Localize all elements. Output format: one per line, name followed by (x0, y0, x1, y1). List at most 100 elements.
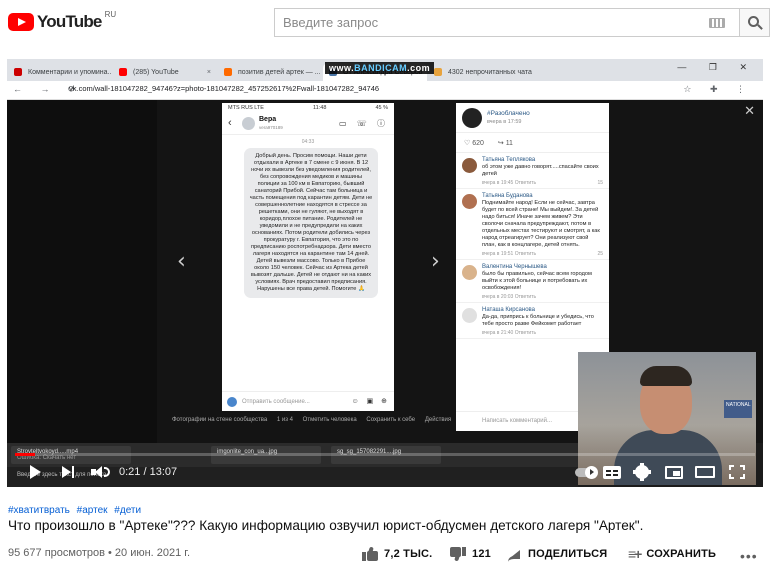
player-controls: 0:21 / 13:07 (7, 457, 763, 487)
like-button[interactable]: 7,2 ТЫС. (362, 544, 432, 564)
tab-close-icon: × (532, 69, 534, 76)
comment-text: Да-да, припрись к больнице и убедись, чт… (482, 314, 594, 327)
contact-handle: vera970189 (259, 125, 283, 130)
youtube-play-icon (8, 13, 34, 31)
fullscreen-icon (729, 465, 745, 479)
hashtag-link[interactable]: #дети (114, 505, 141, 516)
comment-text: было бы правильно, сейчас всем городом в… (482, 271, 592, 291)
autoplay-knob (585, 465, 598, 479)
vk-comment: Наташа Кирсанова Да-да, припрись к больни… (456, 303, 609, 339)
progress-bar[interactable] (15, 453, 755, 456)
recorded-url: vk.com/wall-181047282_94746?z=photo-1810… (69, 84, 380, 93)
tab-close-icon: × (321, 69, 322, 76)
post-date: вчера в 17:59 (487, 119, 522, 125)
search-box (274, 8, 740, 37)
volume-button[interactable] (89, 462, 111, 482)
recorded-tab: (285) YouTube × (113, 63, 217, 81)
commenter-avatar (462, 158, 477, 173)
commenter-avatar (462, 265, 477, 280)
thumbs-up-icon (362, 546, 378, 561)
tab-favicon-icon (119, 68, 127, 76)
autoplay-icon (575, 465, 598, 479)
search-icon (748, 16, 759, 27)
video-player[interactable]: Комментарии и упомина...×(285) YouTube×п… (7, 59, 763, 487)
camera-icon (227, 397, 237, 407)
recorded-address-bar: ← → ⟳ vk.com/wall-181047282_94746?z=phot… (7, 81, 763, 100)
vk-next-arrow-icon: › (431, 249, 440, 274)
vk-comment-list: Татьяна Теплякова об этом уже давно говор… (456, 153, 609, 339)
commenter-name: Татьяна Буданова (482, 193, 533, 199)
commenter-avatar (462, 194, 477, 209)
miniplayer-button[interactable] (663, 462, 685, 482)
volume-icon-cone (94, 466, 102, 478)
playlist-add-icon: ≡+ (628, 546, 642, 562)
vk-comment: Татьяна Теплякова об этом уже давно говор… (456, 153, 609, 189)
search-input[interactable] (275, 9, 695, 36)
share-icon (508, 550, 520, 559)
recorded-tab-label: позитив детей артек — ... (238, 68, 321, 76)
comment-meta: вчера в 20:03 Ответить (482, 294, 537, 300)
logo-text: YouTube (37, 12, 102, 31)
hashtag-row: #хватитврать #артек #дети (8, 505, 145, 516)
view-count-date: 95 677 просмотров • 20 июн. 2021 г. (8, 547, 191, 559)
hashtag-link[interactable]: #хватитврать (8, 505, 70, 516)
vk-photo-caption: Фотографии на стене сообщества 1 из 4 От… (172, 417, 452, 423)
dislike-button[interactable]: 121 (450, 544, 491, 564)
vk-reactions: ♡ 620 ↪ 11 (456, 133, 609, 153)
miniplayer-icon (665, 465, 683, 479)
comment-text: об этом уже давно говорят.....спасайте с… (482, 164, 599, 177)
message-time: 04:33 (301, 139, 315, 145)
recorded-tab-label: Комментарии и упомина... (28, 68, 112, 76)
commenter-name: Валентина Чернышева (482, 264, 547, 270)
time-display: 0:21 / 13:07 (119, 466, 178, 478)
recorded-tab: позитив детей артек — ...× (218, 63, 322, 81)
vk-comment: Валентина Чернышева было бы правильно, се… (456, 260, 609, 303)
more-actions-icon[interactable]: ••• (740, 548, 758, 564)
webcam-sticker: NATIONAL (724, 400, 752, 418)
contact-avatar (242, 117, 255, 130)
settings-button[interactable] (631, 462, 653, 482)
recorded-tab-label: (285) YouTube (133, 68, 179, 76)
community-avatar (462, 108, 482, 128)
hashtag-link[interactable]: #артек (77, 505, 108, 516)
tab-favicon-icon (14, 68, 22, 76)
comment-meta: вчера в 21:40 Ответить (482, 330, 537, 336)
recorded-tab: Комментарии и упомина...× (8, 63, 112, 81)
fullscreen-button[interactable] (726, 462, 748, 482)
bandicam-watermark: www.BANDICAM.com (325, 62, 435, 74)
play-button[interactable] (25, 462, 45, 482)
gear-icon (633, 463, 651, 481)
recorded-window-controls: — ❐ ✕ (677, 62, 757, 72)
save-button[interactable]: ≡+ СОХРАНИТЬ (628, 544, 716, 564)
commenter-avatar (462, 308, 477, 323)
vk-comment: Татьяна Буданова Поднимайте народ! Если н… (456, 189, 609, 260)
video-title: Что произошло в "Артеке"??? Какую информ… (8, 518, 644, 533)
search-button[interactable] (740, 8, 770, 37)
subtitles-button[interactable] (601, 462, 623, 482)
video-meta-row: 95 677 просмотров • 20 июн. 2021 г. 7,2 … (0, 540, 770, 568)
volume-icon-wave (103, 467, 110, 477)
comment-meta: вчера в 19:45 Ответить 15 (482, 180, 603, 186)
tab-favicon-icon (224, 68, 232, 76)
phone-chat-header: ‹ Вера vera970189 ▭ ☏ ⓘ (222, 113, 394, 135)
message-bubble: Добрый день. Просим помощи. Наши дети от… (244, 148, 378, 298)
contact-name: Вера (259, 116, 277, 123)
like-count: 7,2 ТЫС. (384, 548, 433, 560)
comment-meta: вчера в 19:51 Ответить 25 (482, 251, 603, 257)
next-button[interactable] (59, 462, 77, 482)
share-button[interactable]: ПОДЕЛИТЬСЯ (508, 544, 607, 564)
theater-button[interactable] (694, 462, 716, 482)
autoplay-toggle[interactable] (574, 462, 598, 482)
tab-favicon-icon (434, 68, 442, 76)
vk-page-background (7, 100, 157, 443)
vk-close-icon: ✕ (744, 103, 755, 118)
back-arrow-icon: ‹ (228, 117, 232, 129)
keyboard-icon[interactable] (709, 18, 725, 28)
input-icons: ☺ ▣ ⊕ (351, 398, 390, 405)
comment-text: Поднимайте народ! Если не сейчас, завтра… (482, 200, 600, 248)
region-code: RU (104, 9, 117, 19)
chat-header-icons: ▭ ☏ ⓘ (338, 119, 389, 128)
youtube-logo[interactable]: YouTube RU (8, 9, 117, 33)
vk-prev-arrow-icon: ‹ (177, 249, 186, 274)
vk-post-header: #Разоблачено вчера в 17:59 (456, 103, 609, 133)
